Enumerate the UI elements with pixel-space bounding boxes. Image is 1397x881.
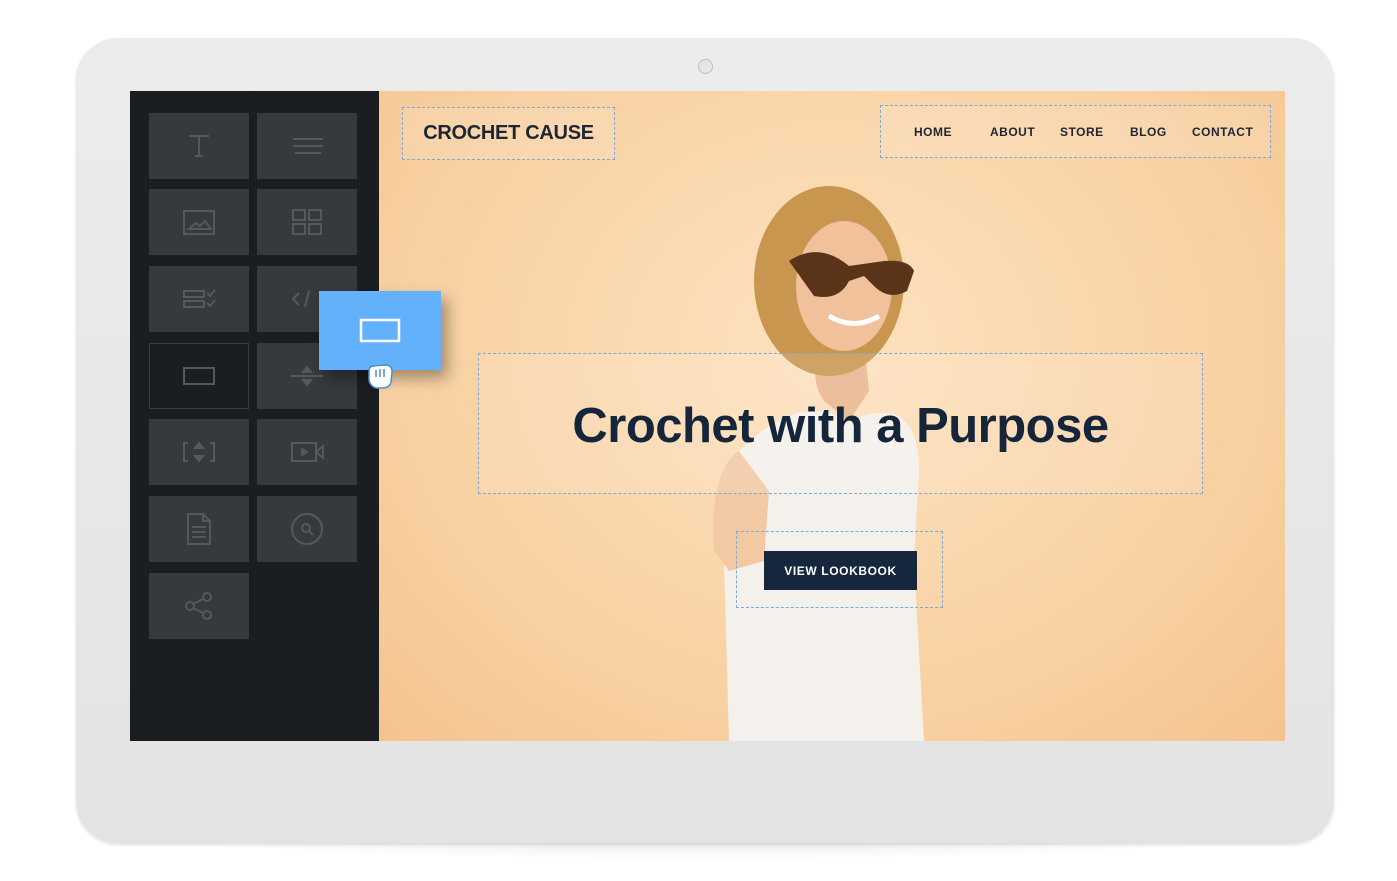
spacer-icon <box>183 441 215 463</box>
tool-video[interactable] <box>257 419 357 485</box>
button-icon <box>359 318 401 342</box>
nav-contact[interactable]: CONTACT <box>1192 125 1253 139</box>
element-sidebar <box>130 91 379 741</box>
nav-block[interactable]: HOME ABOUT STORE BLOG CONTACT <box>880 105 1271 158</box>
tool-search[interactable] <box>257 496 357 562</box>
tool-image[interactable] <box>149 189 249 255</box>
gallery-icon <box>292 209 322 235</box>
text-icon <box>189 135 209 157</box>
nav-home[interactable]: HOME <box>914 125 952 139</box>
grab-hand-icon <box>368 364 393 389</box>
button-icon <box>183 367 215 385</box>
image-icon <box>183 210 215 235</box>
video-icon <box>291 442 324 462</box>
document-icon <box>187 513 211 545</box>
tool-gallery[interactable] <box>257 189 357 255</box>
hero-section: CROCHET CAUSE HOME ABOUT STORE BLOG CONT… <box>379 91 1285 741</box>
tool-document[interactable] <box>149 496 249 562</box>
tool-paragraph[interactable] <box>257 113 357 179</box>
editor-screen: CROCHET CAUSE HOME ABOUT STORE BLOG CONT… <box>130 91 1285 741</box>
nav-store[interactable]: STORE <box>1060 125 1104 139</box>
headline-block[interactable]: Crochet with a Purpose <box>478 353 1203 494</box>
camera-icon <box>698 59 713 74</box>
tool-spacer[interactable] <box>149 419 249 485</box>
logo-block[interactable]: CROCHET CAUSE <box>402 107 615 160</box>
nav-blog[interactable]: BLOG <box>1130 125 1167 139</box>
tool-button[interactable] <box>149 343 249 409</box>
search-icon <box>291 513 323 545</box>
site-logo[interactable]: CROCHET CAUSE <box>403 122 614 145</box>
tool-share[interactable] <box>149 573 249 639</box>
nav-about[interactable]: ABOUT <box>990 125 1035 139</box>
share-icon <box>185 592 212 620</box>
paragraph-icon <box>293 138 323 154</box>
view-lookbook-button[interactable]: VIEW LOOKBOOK <box>764 551 917 590</box>
hero-headline: Crochet with a Purpose <box>572 399 1109 453</box>
tool-text[interactable] <box>149 113 249 179</box>
tool-form[interactable] <box>149 266 249 332</box>
form-icon <box>183 289 216 308</box>
dragging-button-element[interactable] <box>319 291 441 370</box>
